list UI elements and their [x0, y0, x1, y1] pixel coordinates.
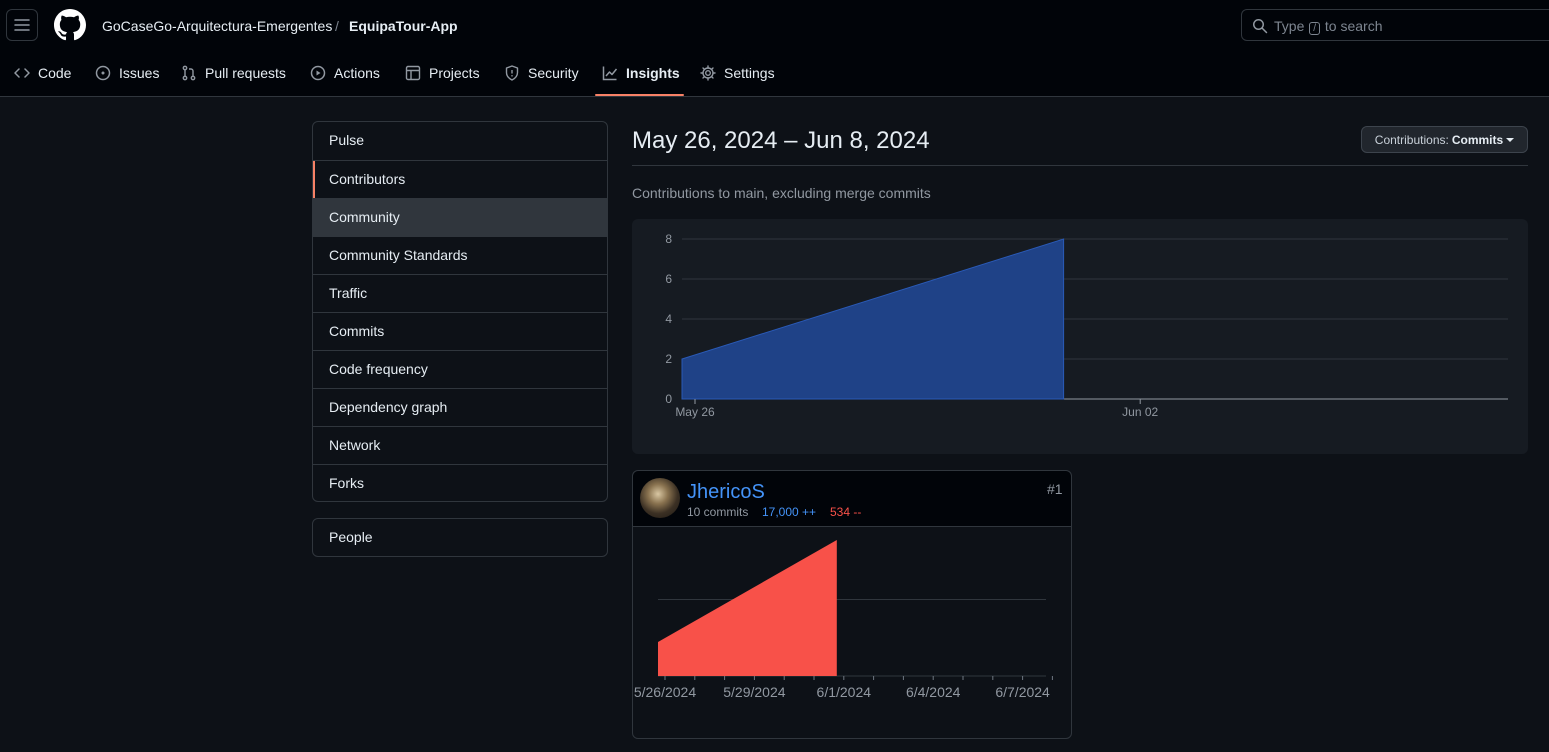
menu-item-network[interactable]: Network — [313, 426, 607, 464]
y-tick-label: 6 — [665, 272, 672, 286]
insights-menu: Pulse Contributors Community Community S… — [312, 121, 608, 502]
hamburger-icon — [14, 19, 30, 31]
y-tick-label: 8 — [665, 232, 672, 246]
table-icon — [405, 65, 421, 81]
contributor-commits-link[interactable]: 10 commits — [687, 505, 748, 519]
chart-subtitle: Contributions to main, excluding merge c… — [632, 185, 931, 201]
tab-label: Pull requests — [205, 65, 286, 81]
contributor-rank: #1 — [1047, 481, 1063, 497]
breadcrumb-separator: / — [335, 18, 339, 34]
code-icon — [14, 68, 30, 78]
page-title: May 26, 2024 – Jun 8, 2024 — [632, 127, 930, 154]
tab-security[interactable]: Security — [504, 64, 579, 82]
tab-label: Settings — [724, 65, 775, 81]
menu-item-dependency-graph[interactable]: Dependency graph — [313, 388, 607, 426]
tab-label: Actions — [334, 65, 380, 81]
tab-actions[interactable]: Actions — [310, 64, 380, 82]
contributor-username-link[interactable]: JhericoS — [687, 481, 765, 504]
graph-icon — [602, 66, 618, 81]
tab-settings[interactable]: Settings — [700, 64, 775, 82]
tab-issues[interactable]: Issues — [95, 64, 159, 82]
contributions-type-dropdown[interactable]: Contributions: Commits — [1361, 126, 1528, 153]
menu-item-people[interactable]: People — [312, 518, 608, 557]
series-area — [658, 540, 837, 676]
y-tick-label: 0 — [665, 392, 672, 406]
menu-item-community[interactable]: Community — [313, 198, 607, 236]
tab-pull-requests[interactable]: Pull requests — [181, 64, 286, 82]
menu-item-pulse[interactable]: Pulse — [313, 122, 607, 160]
contributions-label: Contributions: — [1374, 132, 1449, 147]
tab-projects[interactable]: Projects — [405, 64, 480, 82]
gear-icon — [700, 65, 716, 81]
active-tab-indicator — [595, 94, 684, 96]
x-tick-label: 5/29/2024 — [723, 684, 785, 700]
tab-label: Insights — [626, 65, 680, 81]
contributor-commits-chart: 5/26/2024 5/29/2024 6/1/2024 6/4/2024 6/7/20… — [634, 540, 1053, 700]
menu-item-code-frequency[interactable]: Code frequency — [313, 350, 607, 388]
menu-item-forks[interactable]: Forks — [313, 464, 607, 501]
tab-label: Projects — [429, 65, 480, 81]
caret-down-icon — [1506, 137, 1515, 142]
menu-item-commits[interactable]: Commits — [313, 312, 607, 350]
breadcrumb-repo[interactable]: EquipaTour-App — [349, 17, 458, 35]
breadcrumb-owner[interactable]: GoCaseGo-Arquitectura-Emergentes — [102, 17, 332, 35]
search-input[interactable]: Type / to search — [1241, 9, 1549, 41]
title-divider — [632, 165, 1528, 166]
data-point — [1063, 238, 1065, 240]
tab-code[interactable]: Code — [14, 64, 71, 82]
main-contributions-chart: 0 2 4 6 8 May 26 Jun 02 — [665, 232, 1508, 419]
avatar[interactable] — [640, 478, 680, 518]
contributor-deletions: 534 -- — [830, 505, 862, 519]
search-placeholder: Type / to search — [1274, 18, 1383, 35]
search-icon — [1253, 19, 1268, 34]
tab-label: Security — [528, 65, 579, 81]
shield-icon — [505, 65, 519, 81]
y-tick-label: 4 — [665, 312, 672, 326]
y-tick-label: 2 — [665, 352, 672, 366]
x-tick-label: 5/26/2024 — [634, 684, 696, 700]
data-point — [681, 358, 683, 360]
play-icon — [310, 65, 326, 81]
menu-item-contributors[interactable]: Contributors — [313, 160, 607, 198]
tab-insights[interactable]: Insights — [602, 64, 680, 82]
x-tick-label: 6/1/2024 — [817, 684, 872, 700]
x-tick-label: Jun 02 — [1122, 405, 1158, 419]
menu-item-traffic[interactable]: Traffic — [313, 274, 607, 312]
x-tick-label: 6/4/2024 — [906, 684, 961, 700]
tab-label: Issues — [119, 65, 160, 81]
tab-label: Code — [38, 65, 72, 81]
issue-icon — [95, 65, 111, 81]
contributions-value: Commits — [1451, 132, 1504, 147]
hamburger-menu-button[interactable] — [6, 9, 38, 41]
pull-request-icon — [182, 65, 196, 81]
x-tick-label: May 26 — [675, 405, 715, 419]
x-tick-label: 6/7/2024 — [995, 684, 1050, 700]
github-logo-icon[interactable] — [54, 9, 86, 41]
menu-item-community-standards[interactable]: Community Standards — [313, 236, 607, 274]
contributor-additions: 17,000 ++ — [762, 505, 817, 519]
